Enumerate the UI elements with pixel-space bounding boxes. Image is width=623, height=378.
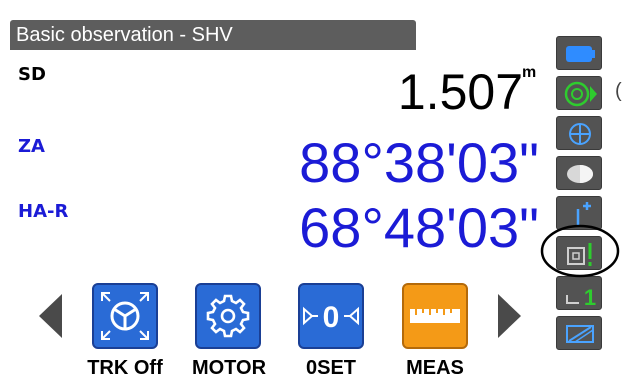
face-icon [567, 165, 593, 183]
motor-label: MOTOR [191, 357, 267, 378]
tracking-icon [101, 292, 149, 340]
target-prism-icon [564, 81, 597, 107]
next-page-arrow[interactable] [496, 292, 524, 340]
level-button[interactable]: 1 [556, 276, 602, 310]
face-setting-button[interactable] [556, 156, 602, 190]
screen-icon [566, 325, 594, 343]
window-title: Basic observation - SHV [10, 20, 416, 50]
har-label: HA-R [18, 201, 69, 222]
battery-icon [566, 46, 595, 62]
meas-label: MEAS [406, 357, 464, 378]
sd-label: SD [18, 64, 46, 85]
zero-set-label: 0SET [305, 357, 357, 378]
sd-unit: m [522, 64, 537, 81]
zero-set-button[interactable]: 0 [298, 283, 364, 349]
previous-page-arrow[interactable] [36, 292, 64, 340]
za-label: ZA [18, 136, 45, 157]
svg-text:1: 1 [584, 285, 596, 310]
screen: Basic observation - SHV SD 1.507 m ZA 88… [0, 0, 623, 378]
trk-off-label: TRK Off [87, 357, 163, 378]
laser-plummet-button[interactable] [556, 116, 602, 150]
sd-value: 1.507 [397, 64, 523, 120]
level-1-icon: 1 [566, 285, 596, 310]
trk-off-button[interactable] [92, 283, 158, 349]
laser-plummet-icon [569, 123, 591, 145]
za-value: 88°38'03" [299, 131, 539, 194]
offscreen-text: ( [615, 80, 622, 102]
meas-button[interactable] [402, 283, 468, 349]
battery-status-button[interactable] [556, 36, 602, 70]
har-value: 68°48'03" [299, 196, 539, 259]
ruler-icon [410, 309, 460, 323]
gear-icon [206, 294, 250, 338]
motor-button[interactable] [195, 283, 261, 349]
highlight-ellipse [540, 224, 620, 278]
svg-text:0: 0 [323, 301, 340, 334]
target-setting-button[interactable] [556, 76, 602, 110]
zero-set-icon: 0 [303, 301, 359, 334]
screen-setting-button[interactable] [556, 316, 602, 350]
